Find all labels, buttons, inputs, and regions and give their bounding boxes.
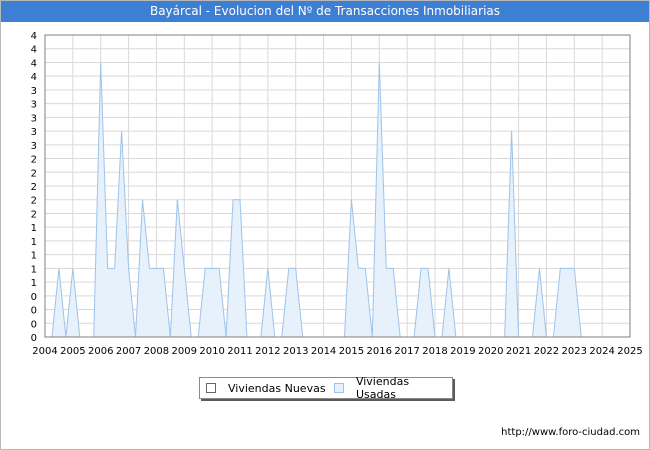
x-tick-label: 2009 — [172, 346, 197, 357]
legend: Viviendas Nuevas Viviendas Usadas — [199, 375, 453, 401]
x-tick-label: 2004 — [32, 346, 57, 357]
y-tick-label: 2 — [31, 209, 37, 220]
x-tick-label: 2013 — [283, 346, 308, 357]
y-tick-label: 4 — [31, 31, 37, 42]
y-tick-label: 4 — [31, 72, 37, 83]
x-tick-label: 2024 — [589, 346, 614, 357]
legend-label-new: Viviendas Nuevas — [228, 381, 326, 395]
y-tick-label: 0 — [31, 292, 37, 303]
legend-item-new: Viviendas Nuevas — [206, 381, 326, 395]
source-url: http://www.foro-ciudad.com — [501, 427, 640, 438]
y-tick-label: 3 — [31, 141, 37, 152]
y-tick-label: 2 — [31, 182, 37, 193]
x-tick-label: 2007 — [116, 346, 141, 357]
y-tick-label: 2 — [31, 196, 37, 207]
y-tick-label: 1 — [31, 251, 37, 262]
x-tick-label: 2018 — [422, 346, 447, 357]
x-tick-label: 2014 — [311, 346, 336, 357]
x-tick-label: 2022 — [534, 346, 559, 357]
y-tick-label: 2 — [31, 155, 37, 166]
x-tick-label: 2011 — [227, 346, 252, 357]
legend-label-used: Viviendas Usadas — [355, 375, 410, 401]
y-tick-label: 1 — [31, 264, 37, 275]
legend-swatch-new — [206, 383, 216, 393]
y-tick-label: 0 — [31, 333, 37, 344]
x-tick-label: 2017 — [394, 346, 419, 357]
y-tick-label: 0 — [31, 319, 37, 330]
x-tick-label: 2023 — [562, 346, 587, 357]
y-tick-label: 3 — [31, 100, 37, 111]
y-tick-label: 1 — [31, 223, 37, 234]
x-tick-label: 2005 — [60, 346, 85, 357]
y-tick-label: 4 — [31, 45, 37, 56]
x-tick-label: 2006 — [88, 346, 113, 357]
y-tick-label: 3 — [31, 127, 37, 138]
x-tick-label: 2020 — [478, 346, 503, 357]
y-tick-label: 1 — [31, 278, 37, 289]
x-tick-label: 2019 — [450, 346, 475, 357]
y-tick-label: 0 — [31, 306, 37, 317]
x-tick-label: 2010 — [199, 346, 224, 357]
x-tick-label: 2012 — [255, 346, 280, 357]
y-tick-label: 3 — [31, 86, 37, 97]
x-tick-label: 2015 — [339, 346, 364, 357]
x-tick-label: 2016 — [367, 346, 392, 357]
legend-item-used: Viviendas Usadas — [334, 375, 452, 401]
y-tick-label: 2 — [31, 168, 37, 179]
x-tick-label: 2021 — [506, 346, 531, 357]
y-tick-label: 1 — [31, 237, 37, 248]
y-tick-label: 4 — [31, 58, 37, 69]
x-tick-label: 2008 — [144, 346, 169, 357]
legend-swatch-used — [334, 383, 344, 393]
y-tick-label: 3 — [31, 113, 37, 124]
x-tick-label: 2025 — [617, 346, 642, 357]
